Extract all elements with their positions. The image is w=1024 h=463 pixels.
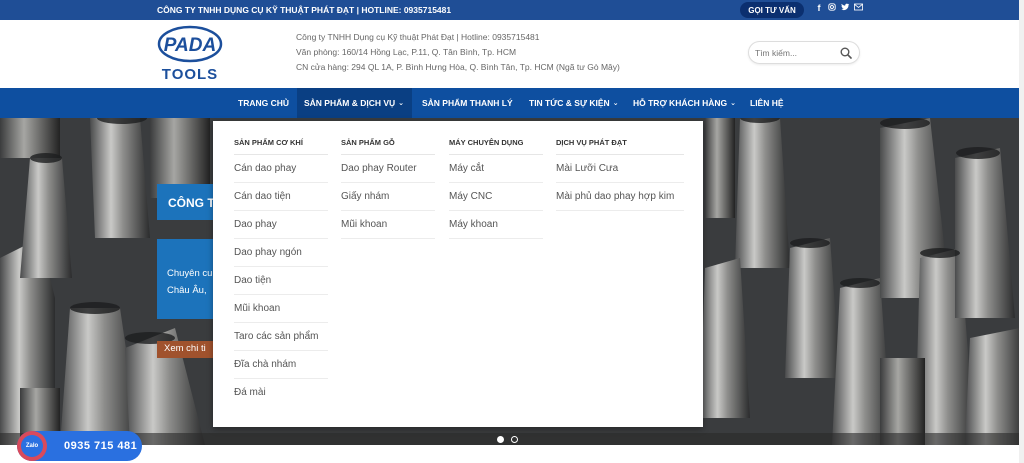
- instagram-icon[interactable]: [828, 3, 836, 13]
- menu-column-services: DỊCH VỤ PHÁT ĐẠT Mài Lưỡi Cưa Mài phủ da…: [556, 138, 684, 211]
- chevron-down-icon: ⌄: [398, 100, 405, 107]
- social-icons: f: [815, 3, 863, 13]
- menu-item[interactable]: Dao tiện: [234, 267, 328, 295]
- zalo-phone: 0935 715 481: [64, 440, 138, 452]
- menu-item[interactable]: Dao phay ngón: [234, 239, 328, 267]
- search-input[interactable]: [755, 45, 835, 60]
- menu-item[interactable]: Đĩa chà nhám: [234, 351, 328, 379]
- menu-column-heading: MÁY CHUYÊN DỤNG: [449, 138, 543, 155]
- menu-item[interactable]: Mài Lưỡi Cưa: [556, 155, 684, 183]
- chevron-down-icon: ⌄: [730, 100, 737, 107]
- menu-item[interactable]: Đá mài: [234, 379, 328, 407]
- menu-item[interactable]: Máy khoan: [449, 211, 543, 239]
- zalo-hotline-button[interactable]: Zalo 0935 715 481: [17, 431, 142, 461]
- menu-item[interactable]: Mũi khoan: [234, 295, 328, 323]
- menu-column-heading: SẢN PHẨM CƠ KHÍ: [234, 138, 328, 155]
- slider-dot-active[interactable]: [497, 436, 504, 443]
- menu-item[interactable]: Dao phay Router: [341, 155, 435, 183]
- menu-column-wood: SẢN PHẨM GỖ Dao phay Router Giấy nhám Mũ…: [341, 138, 435, 239]
- mail-icon[interactable]: [854, 3, 863, 13]
- company-info: Công ty TNHH Dụng cụ Kỹ thuật Phát Đạt |…: [296, 30, 620, 75]
- page-scrollbar[interactable]: [1019, 0, 1024, 463]
- nav-item-support[interactable]: HỖ TRỢ KHÁCH HÀNG ⌄: [633, 98, 736, 108]
- menu-item[interactable]: Cán dao tiện: [234, 183, 328, 211]
- nav-item-clearance[interactable]: SẢN PHẨM THANH LÝ: [422, 98, 513, 108]
- info-line: Công ty TNHH Dụng cụ Kỹ thuật Phát Đạt |…: [296, 32, 540, 42]
- menu-item[interactable]: Máy cắt: [449, 155, 543, 183]
- nav-item-home[interactable]: TRANG CHỦ: [238, 98, 289, 108]
- main-nav: TRANG CHỦ SẢN PHẨM & DỊCH VỤ ⌄ SẢN PHẨM T…: [0, 88, 1024, 118]
- menu-column-mechanical: SẢN PHẨM CƠ KHÍ Cán dao phay Cán dao tiệ…: [234, 138, 328, 407]
- facebook-icon[interactable]: f: [815, 3, 823, 13]
- info-line: Văn phòng: 160/14 Hồng Lạc, P.11, Q. Tân…: [296, 47, 517, 57]
- menu-column-machines: MÁY CHUYÊN DỤNG Máy cắt Máy CNC Máy khoa…: [449, 138, 543, 239]
- menu-item[interactable]: Máy CNC: [449, 183, 543, 211]
- menu-item[interactable]: Cán dao phay: [234, 155, 328, 183]
- company-hotline-text: CÔNG TY TNHH DỤNG CỤ KỸ THUẬT PHÁT ĐẠT |…: [157, 5, 452, 15]
- logo-top-text: PADA: [164, 35, 216, 56]
- menu-column-heading: DỊCH VỤ PHÁT ĐẠT: [556, 138, 684, 155]
- nav-item-news[interactable]: TIN TỨC & SỰ KIỆN ⌄: [529, 98, 619, 108]
- slide-detail-button[interactable]: Xem chi ti: [157, 341, 217, 358]
- chevron-down-icon: ⌄: [612, 100, 619, 107]
- logo-bottom-text: TOOLS: [162, 66, 218, 83]
- menu-column-heading: SẢN PHẨM GỖ: [341, 138, 435, 155]
- top-bar: CÔNG TY TNHH DỤNG CỤ KỸ THUẬT PHÁT ĐẠT |…: [0, 0, 1024, 20]
- products-mega-menu: SẢN PHẨM CƠ KHÍ Cán dao phay Cán dao tiệ…: [213, 121, 703, 427]
- slider-dots: [497, 436, 518, 443]
- slider-dot[interactable]: [511, 436, 518, 443]
- menu-item[interactable]: Dao phay: [234, 211, 328, 239]
- search-icon[interactable]: [840, 47, 852, 59]
- consult-button[interactable]: GỌI TƯ VẤN: [740, 2, 804, 18]
- zalo-icon: Zalo: [17, 431, 47, 461]
- nav-item-contact[interactable]: LIÊN HỆ: [750, 98, 784, 108]
- search-box[interactable]: [748, 41, 860, 64]
- menu-item[interactable]: Taro các sản phẩm: [234, 323, 328, 351]
- menu-item[interactable]: Mũi khoan: [341, 211, 435, 239]
- zalo-badge: Zalo: [21, 435, 43, 457]
- nav-item-products-services[interactable]: SẢN PHẨM & DỊCH VỤ ⌄: [297, 88, 413, 118]
- twitter-icon[interactable]: [841, 3, 850, 13]
- menu-item[interactable]: Giấy nhám: [341, 183, 435, 211]
- menu-item[interactable]: Mài phủ dao phay hợp kim: [556, 183, 684, 211]
- info-line: CN cửa hàng: 294 QL 1A, P. Bình Hưng Hòa…: [296, 62, 620, 72]
- pada-tools-logo[interactable]: PADA TOOLS: [157, 25, 223, 83]
